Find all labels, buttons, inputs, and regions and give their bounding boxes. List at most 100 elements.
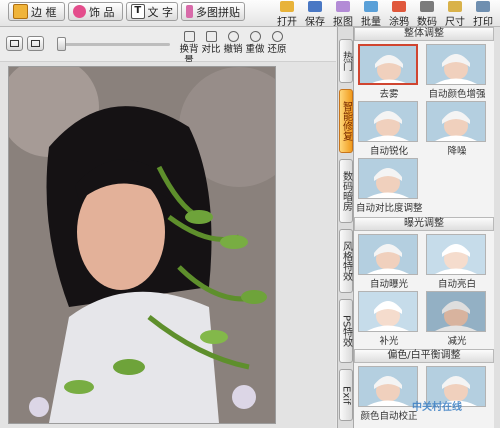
effect-thumb-image [426,234,486,275]
effect-thumb-image [358,291,418,332]
digital-icon [420,1,434,12]
category-tabs: 热门 智能修复 数码暗房 风格特效 PS特效 Exif [337,27,354,428]
tab-ps-effects[interactable]: PS特效 [339,299,353,363]
watermark: 中关村在线 [412,402,462,413]
effect-thumb-caption: 自动颜色增强 [428,89,486,100]
tab-smart-repair-label: 智能修复 [340,101,352,141]
section-header-exposure: 曝光调整 [354,217,494,231]
restore-button[interactable]: 还原 [266,30,288,58]
cutout-tool[interactable]: 抠图 [330,1,356,28]
effect-thumb-dehaze[interactable]: 去雾 [356,42,422,100]
compare-label: 对比 [201,44,221,55]
frame-button[interactable]: 边 框 [8,2,65,21]
collage-button-label: 多图拼贴 [196,5,240,19]
section-header-color: 偏色/白平衡调整 [354,349,494,363]
edited-photo[interactable] [8,66,276,424]
text-button[interactable]: T 文 字 [126,2,178,21]
redo-button[interactable]: 重做 [244,30,266,58]
compare-view-button[interactable] [27,36,44,51]
effect-thumb-caption: 自动对比度调整 [356,203,423,214]
cutout-icon [336,1,350,12]
panel-scrollbar[interactable] [494,27,500,428]
save-tool[interactable]: 保存 [302,1,328,28]
accessory-button[interactable]: 饰 品 [68,2,123,21]
effect-thumb-image [426,101,486,142]
top-toolbar: 边 框 饰 品 T 文 字 多图拼贴 打开 保存 抠图 批量 涂鸦 数码 尺寸 … [0,0,500,28]
zoom-slider-track[interactable] [60,43,170,46]
size-icon [448,1,462,12]
effect-thumb-image [358,158,418,199]
collage-button[interactable]: 多图拼贴 [181,2,245,21]
open-tool[interactable]: 打开 [274,1,300,28]
change-bg-icon [183,31,195,42]
collage-icon [186,5,193,18]
change-bg-button[interactable]: 换背景 [178,30,200,66]
effect-thumb-image [358,101,418,142]
effect-thumb-caption: 去雾 [379,89,399,100]
effect-thumb-denoise[interactable]: 降噪 [424,99,490,157]
view-toolbar: 换背景 对比 撤销 重做 还原 [0,27,336,66]
effect-thumb-fill-light[interactable]: 补光 [356,289,422,347]
text-button-label: 文 字 [147,5,174,19]
tab-digital-darkroom-label: 数码暗房 [340,171,352,211]
digital-tool[interactable]: 数码 [414,1,440,28]
compare-button[interactable]: 对比 [200,30,222,58]
size-tool[interactable]: 尺寸 [442,1,468,28]
tab-smart-repair[interactable]: 智能修复 [339,89,353,153]
restore-icon [271,31,283,42]
undo-icon [227,31,239,42]
effect-thumb-image [358,44,418,85]
effect-thumb-image [358,234,418,275]
undo-button[interactable]: 撤销 [222,30,244,58]
redo-icon [249,31,261,42]
single-view-button[interactable] [6,36,23,51]
effect-thumb-caption: 自动亮白 [437,279,476,290]
effect-thumb-auto-color[interactable]: 自动颜色增强 [424,42,490,100]
compare-icon [205,31,217,42]
canvas-area [0,62,336,428]
monitor-icon [10,40,19,47]
effect-thumb-image [426,291,486,332]
effect-thumb-auto-sharpen[interactable]: 自动锐化 [356,99,422,157]
tab-hot-label: 热门 [340,51,352,71]
frame-icon [13,4,28,19]
batch-icon [364,1,378,12]
restore-label: 还原 [267,44,287,55]
print-icon [476,1,490,12]
accessory-button-label: 饰 品 [89,5,115,19]
effect-thumb-image [426,44,486,85]
section-header-whole: 整体调整 [354,27,494,41]
effect-thumb-auto-brighten[interactable]: 自动亮白 [424,232,490,290]
text-icon: T [131,4,145,19]
undo-label: 撤销 [223,44,243,55]
effect-thumb-image [358,366,418,407]
effect-thumb-caption: 降噪 [447,146,467,157]
redo-label: 重做 [245,44,265,55]
tab-ps-effects-label: PS特效 [340,314,352,348]
print-tool[interactable]: 打印 [470,1,496,28]
effect-thumb-caption: 补光 [379,336,399,347]
batch-tool[interactable]: 批量 [358,1,384,28]
tab-digital-darkroom[interactable]: 数码暗房 [339,159,353,223]
tab-exif-label: Exif [340,385,352,405]
tab-style-effects-label: 风格特效 [340,241,352,281]
split-view-icon [31,40,40,47]
portrait-image [9,67,275,423]
save-icon [308,1,322,12]
effect-thumb-auto-contrast[interactable]: 自动对比度调整 [356,156,423,214]
effect-thumb-caption: 自动曝光 [369,279,408,290]
effect-thumb-caption: 自动锐化 [369,146,408,157]
effect-thumb-caption: 减光 [447,336,467,347]
doodle-tool[interactable]: 涂鸦 [386,1,412,28]
tab-hot[interactable]: 热门 [339,39,353,83]
tab-style-effects[interactable]: 风格特效 [339,229,353,293]
zoom-slider-knob[interactable] [57,37,66,51]
open-icon [280,1,294,12]
effects-panel: 整体调整 去雾 自动颜色增强 自动锐化 降噪 自动对比度调整 曝光调整 自动曝光… [354,27,500,428]
accessory-icon [73,5,86,18]
tab-exif[interactable]: Exif [339,369,353,421]
effect-thumb-auto-exposure[interactable]: 自动曝光 [356,232,422,290]
effect-thumb-reduce-light[interactable]: 减光 [424,289,490,347]
frame-button-label: 边 框 [31,5,57,19]
doodle-icon [392,1,406,12]
